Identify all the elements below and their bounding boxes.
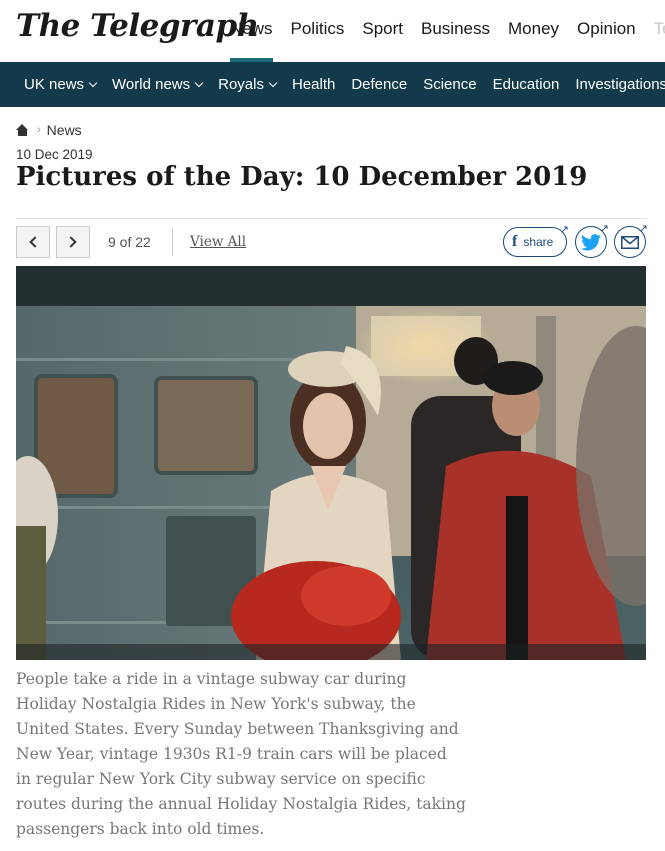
photo-caption: People take a ride in a vintage subway c… xyxy=(16,670,466,838)
facebook-icon: f xyxy=(512,233,518,250)
top-nav-business[interactable]: Business xyxy=(421,0,490,62)
section-nav-world-news[interactable]: World news xyxy=(112,76,204,93)
top-nav: News Politics Sport Business Money Opini… xyxy=(230,0,665,62)
view-all-link[interactable]: View All xyxy=(190,234,246,250)
section-nav-education[interactable]: Education xyxy=(493,76,560,93)
section-nav-uk-news[interactable]: UK news xyxy=(24,76,98,93)
gallery-photo[interactable] xyxy=(16,266,646,660)
top-nav-sport[interactable]: Sport xyxy=(362,0,403,62)
section-nav-health[interactable]: Health xyxy=(292,76,335,93)
masthead: The Telegraph News Politics Sport Busine… xyxy=(0,0,665,62)
external-link-icon: ↗ xyxy=(559,224,569,236)
divider xyxy=(172,228,173,256)
breadcrumb: › News xyxy=(16,122,82,138)
section-nav-investigations[interactable]: Investigations xyxy=(575,76,665,93)
chevron-left-icon xyxy=(29,236,41,248)
top-nav-opinion[interactable]: Opinion xyxy=(577,0,636,62)
gallery-counter: 9 of 22 xyxy=(108,234,151,250)
home-icon[interactable] xyxy=(16,124,29,136)
section-nav-label: UK news xyxy=(24,76,85,93)
section-nav-label: Investigations xyxy=(575,76,665,93)
external-link-icon: ↗ xyxy=(638,223,648,235)
twitter-share-button[interactable]: ↗ xyxy=(575,223,609,258)
subway-photo-illustration xyxy=(16,266,646,660)
page-title: Pictures of the Day: 10 December 2019 xyxy=(16,162,588,192)
previous-button[interactable] xyxy=(16,226,50,258)
section-nav-royals[interactable]: Royals xyxy=(218,76,278,93)
article-date: 10 Dec 2019 xyxy=(16,147,93,162)
telegraph-logo[interactable]: The Telegraph xyxy=(16,8,259,44)
divider xyxy=(16,218,646,219)
top-nav-politics[interactable]: Politics xyxy=(291,0,345,62)
chevron-down-icon xyxy=(194,78,204,88)
top-nav-news[interactable]: News xyxy=(230,0,273,62)
chevron-down-icon xyxy=(268,78,278,88)
top-nav-overflow[interactable]: Te xyxy=(654,0,665,62)
breadcrumb-separator: › xyxy=(37,124,41,136)
twitter-icon xyxy=(581,233,601,250)
section-nav-defence[interactable]: Defence xyxy=(351,76,407,93)
breadcrumb-news-link[interactable]: News xyxy=(47,122,82,138)
next-button[interactable] xyxy=(56,226,90,258)
email-share-button[interactable]: ↗ xyxy=(614,223,648,258)
section-nav-label: Royals xyxy=(218,76,264,93)
facebook-share-button[interactable]: f share ↗ xyxy=(503,224,569,257)
email-icon xyxy=(621,235,639,249)
external-link-icon: ↗ xyxy=(599,223,609,235)
chevron-right-icon xyxy=(65,236,77,248)
section-nav-science[interactable]: Science xyxy=(423,76,476,93)
section-nav-label: World news xyxy=(112,76,191,93)
share-label: share xyxy=(523,235,554,249)
section-nav: UK news World news Royals Health Defence… xyxy=(0,62,665,107)
top-nav-money[interactable]: Money xyxy=(508,0,559,62)
chevron-down-icon xyxy=(88,78,98,88)
